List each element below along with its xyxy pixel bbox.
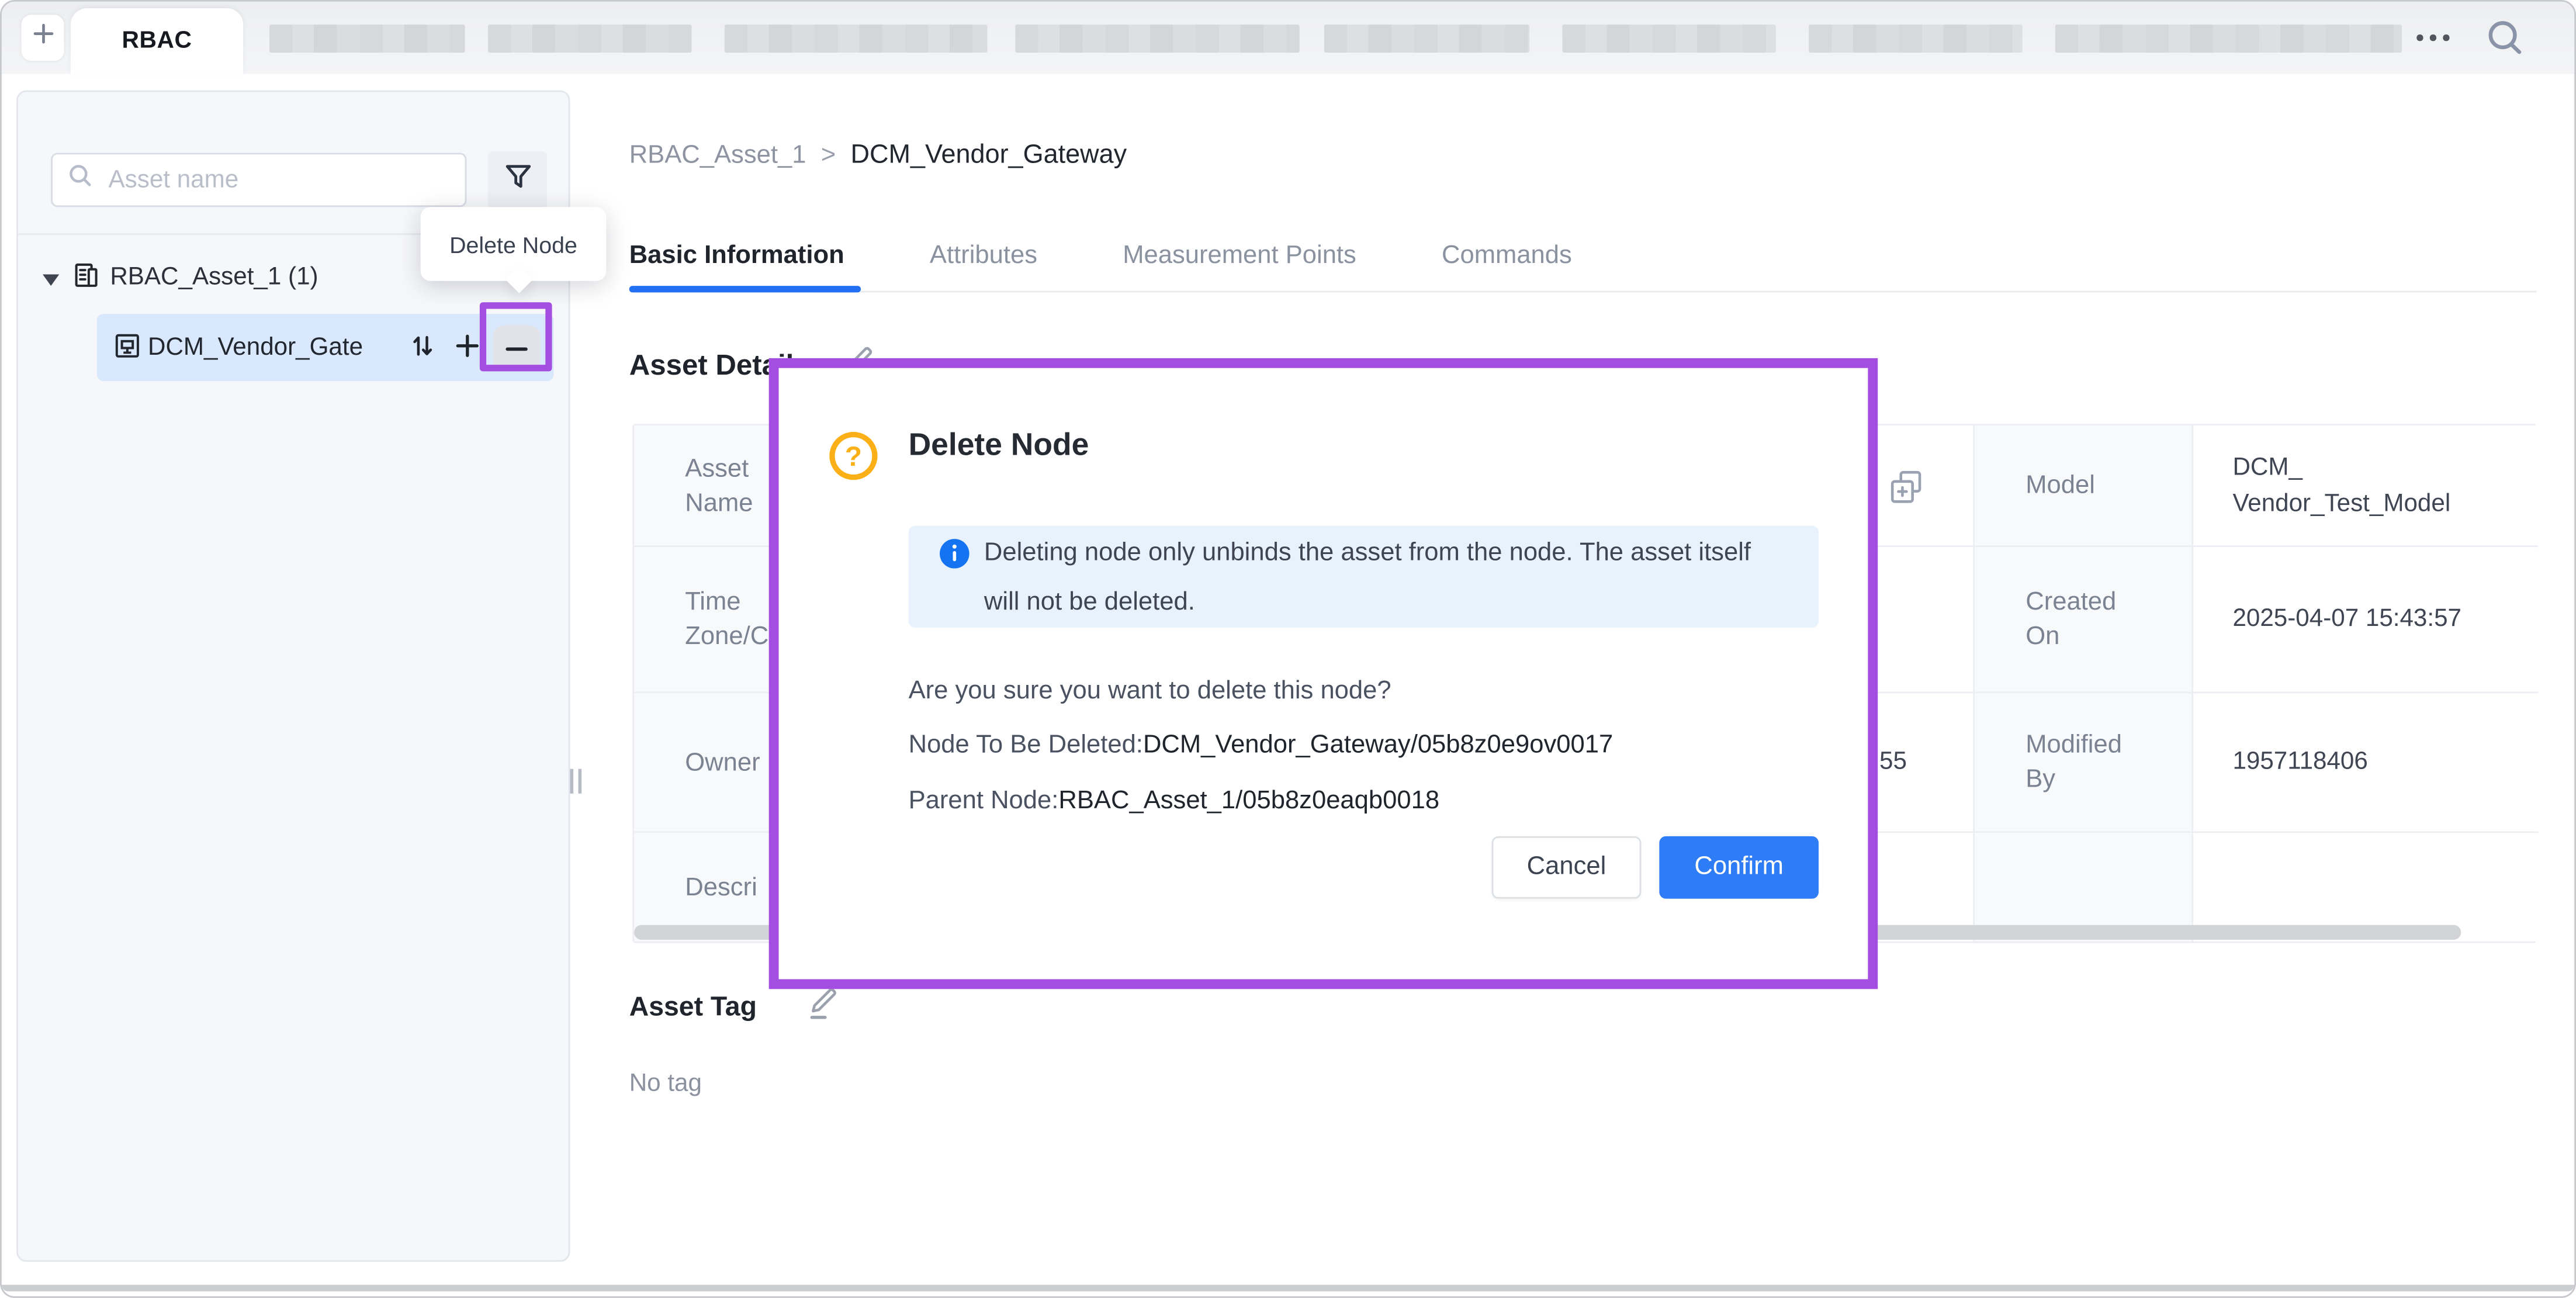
filter-button[interactable] bbox=[488, 151, 547, 209]
tree-node-child-label: DCM_Vendor_Gate bbox=[148, 332, 404, 363]
copy-icon[interactable] bbox=[1888, 468, 1926, 514]
content-tabs: Basic Information Attributes Measurement… bbox=[629, 238, 1572, 275]
redacted-tab bbox=[1324, 25, 1529, 53]
redacted-tab bbox=[2055, 25, 2402, 53]
browser-tab-bar: RBAC bbox=[2, 2, 2574, 74]
cancel-button[interactable]: Cancel bbox=[1492, 836, 1642, 899]
edit-asset-tag-icon[interactable] bbox=[804, 984, 842, 1032]
tree-node-parent[interactable]: RBAC_Asset_1 (1) bbox=[110, 261, 318, 292]
hidden-value-fragment: 55 bbox=[1879, 747, 1907, 776]
tooltip-text: Delete Node bbox=[449, 231, 577, 257]
add-node-icon[interactable] bbox=[453, 332, 482, 368]
search-icon[interactable] bbox=[2484, 16, 2527, 67]
table-label-cell: Created On bbox=[1975, 547, 2193, 693]
device-icon bbox=[113, 332, 141, 368]
info-alert-text: Deleting node only unbinds the asset fro… bbox=[984, 529, 1753, 628]
node-to-delete-value: DCM_Vendor_Gateway/05b8z0e9ov0017 bbox=[1143, 731, 1613, 759]
new-tab-button[interactable] bbox=[22, 15, 64, 61]
svg-text:?: ? bbox=[845, 441, 862, 472]
asset-group-icon bbox=[72, 261, 101, 297]
modal-title: Delete Node bbox=[909, 427, 1089, 466]
annotation-box-minus bbox=[480, 302, 552, 371]
tab-measurement-points[interactable]: Measurement Points bbox=[1123, 238, 1356, 275]
breadcrumb-separator: > bbox=[821, 141, 836, 169]
node-to-delete-label: Node To Be Deleted: bbox=[909, 731, 1143, 759]
tree-expand-caret[interactable] bbox=[43, 274, 59, 286]
breadcrumb: RBAC_Asset_1 > DCM_Vendor_Gateway bbox=[629, 138, 1127, 174]
tab-label: RBAC bbox=[122, 28, 192, 54]
asset-search-input[interactable] bbox=[105, 164, 450, 195]
asset-search-box[interactable] bbox=[51, 153, 466, 207]
table-value-cell: DCM_Vendor_Test_Model bbox=[2193, 425, 2538, 547]
table-label-cell: Modified By bbox=[1975, 693, 2193, 833]
delete-node-tooltip: Delete Node bbox=[421, 207, 607, 281]
parent-node-line: Parent Node:RBAC_Asset_1/05b8z0eaqb0018 bbox=[909, 784, 1439, 820]
confirm-button[interactable]: Confirm bbox=[1659, 836, 1819, 899]
no-tag-text: No tag bbox=[629, 1068, 702, 1100]
sidebar-resize-handle[interactable] bbox=[570, 769, 581, 794]
node-to-delete-line: Node To Be Deleted:DCM_Vendor_Gateway/05… bbox=[909, 728, 1614, 764]
table-value-cell: 1957118406 bbox=[2193, 693, 2538, 833]
table-value-cell: 2025-04-07 15:43:57 bbox=[2193, 547, 2538, 693]
modal-question: Are you sure you want to delete this nod… bbox=[909, 674, 1391, 710]
tab-attributes[interactable]: Attributes bbox=[930, 238, 1037, 275]
tab-basic-information[interactable]: Basic Information bbox=[629, 238, 844, 275]
redacted-tab bbox=[1015, 25, 1299, 53]
filter-icon bbox=[500, 158, 535, 201]
search-icon bbox=[67, 162, 94, 197]
parent-node-value: RBAC_Asset_1/05b8z0eaqb0018 bbox=[1058, 787, 1439, 815]
more-icon[interactable] bbox=[2416, 34, 2449, 40]
tabs-divider bbox=[629, 291, 2537, 293]
redacted-tab bbox=[1809, 25, 2022, 53]
info-alert: Deleting node only unbinds the asset fro… bbox=[909, 526, 1819, 628]
parent-node-label: Parent Node: bbox=[909, 787, 1059, 815]
info-icon bbox=[940, 539, 970, 577]
app-window: RBAC RBAC_Asset_1 bbox=[0, 0, 2576, 1298]
window-bottom-edge bbox=[2, 1285, 2574, 1291]
redacted-tab bbox=[488, 25, 692, 53]
table-label-cell: Model bbox=[1975, 425, 2193, 547]
redacted-tab bbox=[725, 25, 988, 53]
sort-nodes-icon[interactable] bbox=[409, 332, 437, 368]
plus-icon bbox=[30, 22, 55, 54]
breadcrumb-current: DCM_Vendor_Gateway bbox=[851, 141, 1127, 169]
redacted-tab bbox=[1562, 25, 1775, 53]
tab-commands[interactable]: Commands bbox=[1442, 238, 1572, 275]
redacted-tab bbox=[269, 25, 465, 53]
active-tab-underline bbox=[629, 286, 861, 292]
delete-node-modal: ? Delete Node Deleting node only unbinds… bbox=[769, 358, 1878, 989]
question-circle-icon: ? bbox=[828, 431, 879, 490]
asset-tag-title: Asset Tag bbox=[629, 991, 757, 1025]
tab-rbac[interactable]: RBAC bbox=[71, 8, 243, 74]
breadcrumb-parent[interactable]: RBAC_Asset_1 bbox=[629, 141, 806, 169]
